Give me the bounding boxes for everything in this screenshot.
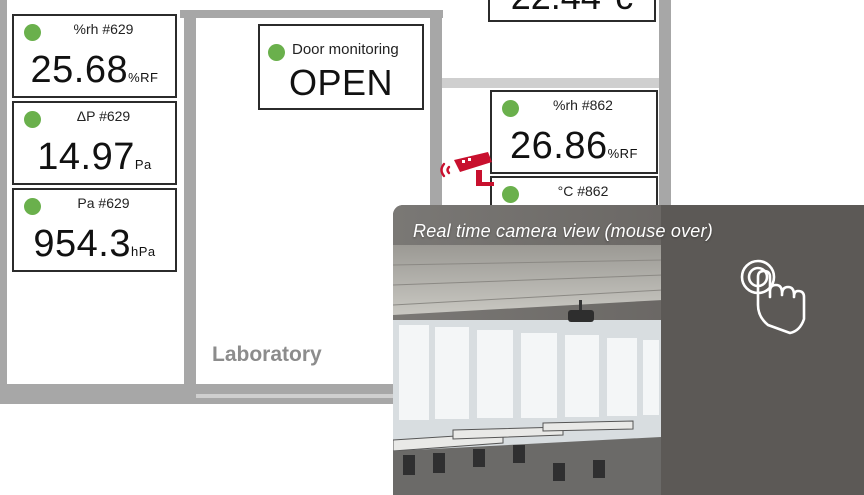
sensor-dp-629[interactable]: ΔP #629 14.97Pa [12, 101, 177, 185]
sensor-value: 14.97Pa [37, 136, 152, 178]
sensor-title: %rh #629 [73, 21, 134, 37]
partial-widget-top: 22.44°c [488, 0, 656, 22]
sensor-title: ΔP #629 [76, 108, 131, 124]
wall-top [180, 10, 443, 18]
sensor-title: Pa #629 [77, 195, 130, 211]
sensor-unit: %RF [128, 70, 159, 85]
sensor-value: 954.3hPa [33, 223, 156, 265]
wall-left [0, 0, 7, 392]
wall-lab-left [184, 10, 196, 394]
sensor-title: %rh #862 [553, 97, 613, 113]
camera-view-panel[interactable]: Real time camera view (mouse over) [393, 205, 864, 495]
sensor-pa-629[interactable]: Pa #629 954.3hPa [12, 188, 177, 272]
wall-corridor-top [442, 78, 660, 88]
camera-image [393, 205, 864, 495]
wall-bottom-shadow [196, 394, 396, 398]
wall-right [659, 0, 671, 210]
sensor-unit: Pa [134, 157, 152, 172]
sensor-unit: %RF [607, 146, 638, 161]
floor-plan-view: 22.44°c %rh #629 25.68%RF ΔP #629 14.97P… [0, 0, 864, 495]
door-title: Door monitoring [292, 41, 399, 58]
camera-caption: Real time camera view (mouse over) [413, 221, 713, 241]
sensor-unit: hPa [130, 244, 156, 259]
sensor-rh-862[interactable]: %rh #862 26.86%RF [490, 90, 658, 174]
sensor-value: 26.86%RF [510, 125, 638, 167]
sensor-value: 25.68%RF [30, 49, 159, 91]
sensor-rh-629[interactable]: %rh #629 25.68%RF [12, 14, 177, 98]
status-indicator [268, 44, 285, 61]
security-camera-icon[interactable] [436, 148, 500, 192]
room-label-laboratory: Laboratory [212, 343, 322, 366]
door-status: OPEN [288, 62, 394, 103]
sensor-title: °C #862 [557, 183, 609, 199]
touch-hand-icon [740, 259, 806, 335]
door-monitoring-widget[interactable]: Door monitoring OPEN [258, 24, 424, 110]
